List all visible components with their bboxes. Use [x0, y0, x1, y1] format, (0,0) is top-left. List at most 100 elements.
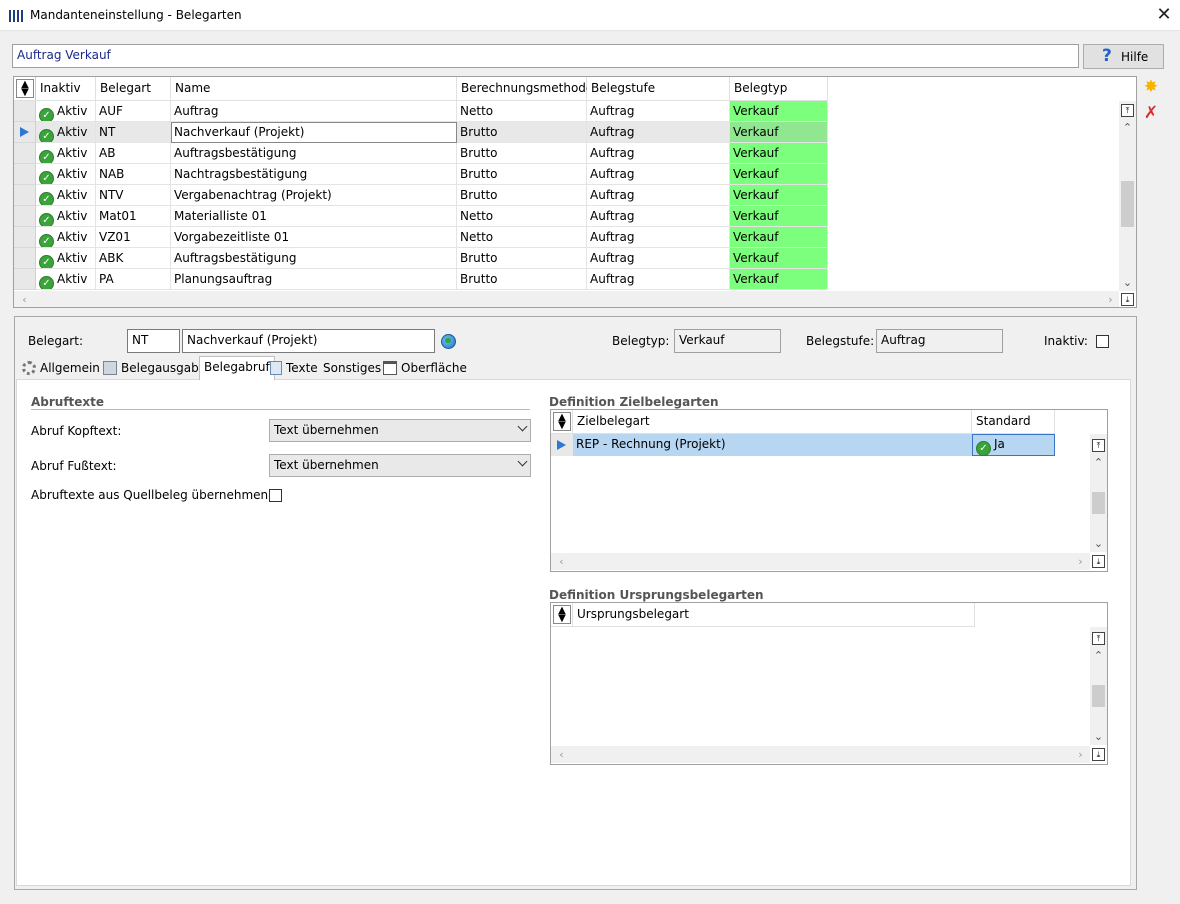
table-row[interactable]: ✓ Aktiv VZ01 Vorgabezeitliste 01 Netto Auftra… [14, 227, 828, 248]
table-row[interactable]: ✓ Aktiv AUF Auftrag Netto Auftrag Verkauf [14, 101, 828, 122]
cell-name[interactable]: Vorgabezeitliste 01 [171, 227, 457, 248]
cell-name[interactable]: Nachtragsbestätigung [171, 164, 457, 185]
cell-belegtyp[interactable]: Verkauf [730, 143, 828, 164]
ziel-horizontal-scrollbar[interactable]: ‹ › [551, 553, 1090, 570]
ursprung-grid-corner[interactable]: ▲ ▼ [551, 603, 573, 627]
scroll-left-icon[interactable]: ‹ [16, 291, 33, 307]
cell-belegstufe[interactable]: Auftrag [587, 143, 730, 164]
table-row[interactable]: ✓ Aktiv PA Planungsauftrag Brutto Auftrag Verk… [14, 269, 828, 290]
scroll-top-icon[interactable]: ⤒ [1121, 104, 1134, 117]
cell-name[interactable]: Planungsauftrag [171, 269, 457, 290]
row-header[interactable] [14, 122, 36, 143]
cell-belegtyp[interactable]: Verkauf [730, 269, 828, 290]
cell-belegtyp[interactable]: Verkauf [730, 122, 828, 143]
row-header[interactable] [14, 227, 36, 248]
column-header-standard[interactable]: Standard [972, 410, 1055, 434]
column-header-belegart[interactable]: Belegart [96, 77, 171, 101]
tab-texte[interactable]: Texte [266, 358, 322, 379]
cell-belegart[interactable]: AB [96, 143, 171, 164]
cell-name[interactable]: Auftrag [171, 101, 457, 122]
cell-belegart[interactable]: NT [96, 122, 171, 143]
belegart-name-field[interactable]: Nachverkauf (Projekt) [182, 329, 435, 353]
row-header[interactable] [14, 101, 36, 122]
scroll-right-icon[interactable]: › [1072, 746, 1089, 763]
scroll-down-icon[interactable]: ⌄ [1090, 728, 1107, 745]
cell-inaktiv[interactable]: ✓ Aktiv [36, 185, 96, 206]
cell-belegtyp[interactable]: Verkauf [730, 227, 828, 248]
cell-inaktiv[interactable]: ✓ Aktiv [36, 248, 96, 269]
cell-name[interactable]: Auftragsbestätigung [171, 248, 457, 269]
inaktiv-checkbox[interactable] [1096, 335, 1109, 348]
cell-belegtyp[interactable]: Verkauf [730, 206, 828, 227]
cell-inaktiv[interactable]: ✓ Aktiv [36, 143, 96, 164]
cell-berechnungsmethode[interactable]: Brutto [457, 164, 587, 185]
scroll-up-icon[interactable]: ⌃ [1119, 119, 1136, 136]
row-header[interactable] [14, 143, 36, 164]
scroll-up-icon[interactable]: ⌃ [1090, 454, 1107, 471]
column-header-belegtyp[interactable]: Belegtyp [730, 77, 828, 101]
help-button[interactable]: ? Hilfe [1083, 44, 1164, 69]
cell-belegtyp[interactable]: Verkauf [730, 101, 828, 122]
tab-belegausgabe[interactable]: Belegausgabe [99, 358, 210, 379]
grid-corner[interactable]: ▲ ▼ [14, 77, 36, 101]
cell-inaktiv[interactable]: ✓ Aktiv [36, 227, 96, 248]
cell-inaktiv[interactable]: ✓ Aktiv [36, 101, 96, 122]
belegarten-grid[interactable]: ▲ ▼ Inaktiv Belegart Name Berechnungsmeth… [13, 76, 1137, 308]
cell-belegart[interactable]: AUF [96, 101, 171, 122]
tab-allgemein[interactable]: Allgemein [18, 358, 104, 379]
ziel-grid-corner[interactable]: ▲ ▼ [551, 410, 573, 434]
column-header-zielbelegart[interactable]: Zielbelegart [573, 410, 972, 434]
globe-icon[interactable] [441, 334, 456, 349]
abruf-kopftext-dropdown[interactable]: Text übernehmen [269, 419, 531, 442]
ursprung-grid[interactable]: ▲ ▼ Ursprungsbelegart ⤒ ⌃ ⌄ ‹ › ⤓ [550, 602, 1108, 765]
scroll-thumb[interactable] [1092, 685, 1105, 707]
cell-belegstufe[interactable]: Auftrag [587, 101, 730, 122]
ziel-vertical-scrollbar[interactable]: ⤒ ⌃ ⌄ [1090, 434, 1107, 552]
cell-belegart[interactable]: PA [96, 269, 171, 290]
close-button[interactable]: ✕ [1148, 0, 1180, 31]
table-row[interactable]: ✓ Aktiv NAB Nachtragsbestätigung Brutto Auftr… [14, 164, 828, 185]
scroll-bottom-icon[interactable]: ⤓ [1092, 748, 1105, 761]
cell-berechnungsmethode[interactable]: Brutto [457, 269, 587, 290]
cell-name[interactable]: Vergabenachtrag (Projekt) [171, 185, 457, 206]
cell-belegtyp[interactable]: Verkauf [730, 164, 828, 185]
table-row[interactable]: ✓ Aktiv Mat01 Materialliste 01 Netto Auftrag V… [14, 206, 828, 227]
scroll-down-icon[interactable]: ⌄ [1119, 274, 1136, 291]
delete-record-icon[interactable]: ✗ [1142, 104, 1160, 122]
scroll-up-icon[interactable]: ⌃ [1090, 647, 1107, 664]
cell-belegstufe[interactable]: Auftrag [587, 269, 730, 290]
scroll-top-icon[interactable]: ⤒ [1092, 439, 1105, 452]
cell-inaktiv[interactable]: ✓ Aktiv [36, 122, 96, 143]
cell-berechnungsmethode[interactable]: Brutto [457, 143, 587, 164]
ziel-row-belegart[interactable]: REP - Rechnung (Projekt) [573, 434, 972, 456]
scroll-bottom-icon[interactable]: ⤓ [1092, 555, 1105, 568]
ziel-row-standard[interactable]: ✓ Ja [972, 434, 1055, 456]
cell-berechnungsmethode[interactable]: Netto [457, 206, 587, 227]
row-header[interactable] [14, 164, 36, 185]
cell-name[interactable]: Nachverkauf (Projekt) [171, 122, 457, 143]
column-header-belegstufe[interactable]: Belegstufe [587, 77, 730, 101]
cell-inaktiv[interactable]: ✓ Aktiv [36, 164, 96, 185]
scroll-left-icon[interactable]: ‹ [553, 553, 570, 570]
column-header-inaktiv[interactable]: Inaktiv [36, 77, 96, 101]
table-row[interactable]: ✓ Aktiv NTV Vergabenachtrag (Projekt) Brutto… [14, 185, 828, 206]
tab-sonstiges[interactable]: Sonstiges [319, 358, 385, 379]
cell-berechnungsmethode[interactable]: Netto [457, 227, 587, 248]
cell-belegart[interactable]: ABK [96, 248, 171, 269]
cell-berechnungsmethode[interactable]: Brutto [457, 185, 587, 206]
cell-belegtyp[interactable]: Verkauf [730, 185, 828, 206]
scroll-thumb[interactable] [1092, 492, 1105, 514]
ziel-row-header[interactable] [551, 434, 573, 456]
tab-belegabruf[interactable]: Belegabruf [199, 356, 275, 380]
row-header[interactable] [14, 269, 36, 290]
column-header-name[interactable]: Name [171, 77, 457, 101]
scroll-bottom-icon[interactable]: ⤓ [1121, 293, 1134, 306]
cell-belegart[interactable]: VZ01 [96, 227, 171, 248]
sort-icon[interactable]: ▲ ▼ [553, 605, 571, 624]
cell-belegstufe[interactable]: Auftrag [587, 122, 730, 143]
tab-oberflaeche[interactable]: Oberfläche [379, 358, 471, 379]
column-header-berechnungsmethode[interactable]: Berechnungsmethode [457, 77, 593, 101]
sort-icon[interactable]: ▲ ▼ [553, 412, 571, 431]
ursprung-horizontal-scrollbar[interactable]: ‹ › [551, 746, 1090, 763]
belegart-selector[interactable]: Auftrag Verkauf [12, 44, 1079, 68]
